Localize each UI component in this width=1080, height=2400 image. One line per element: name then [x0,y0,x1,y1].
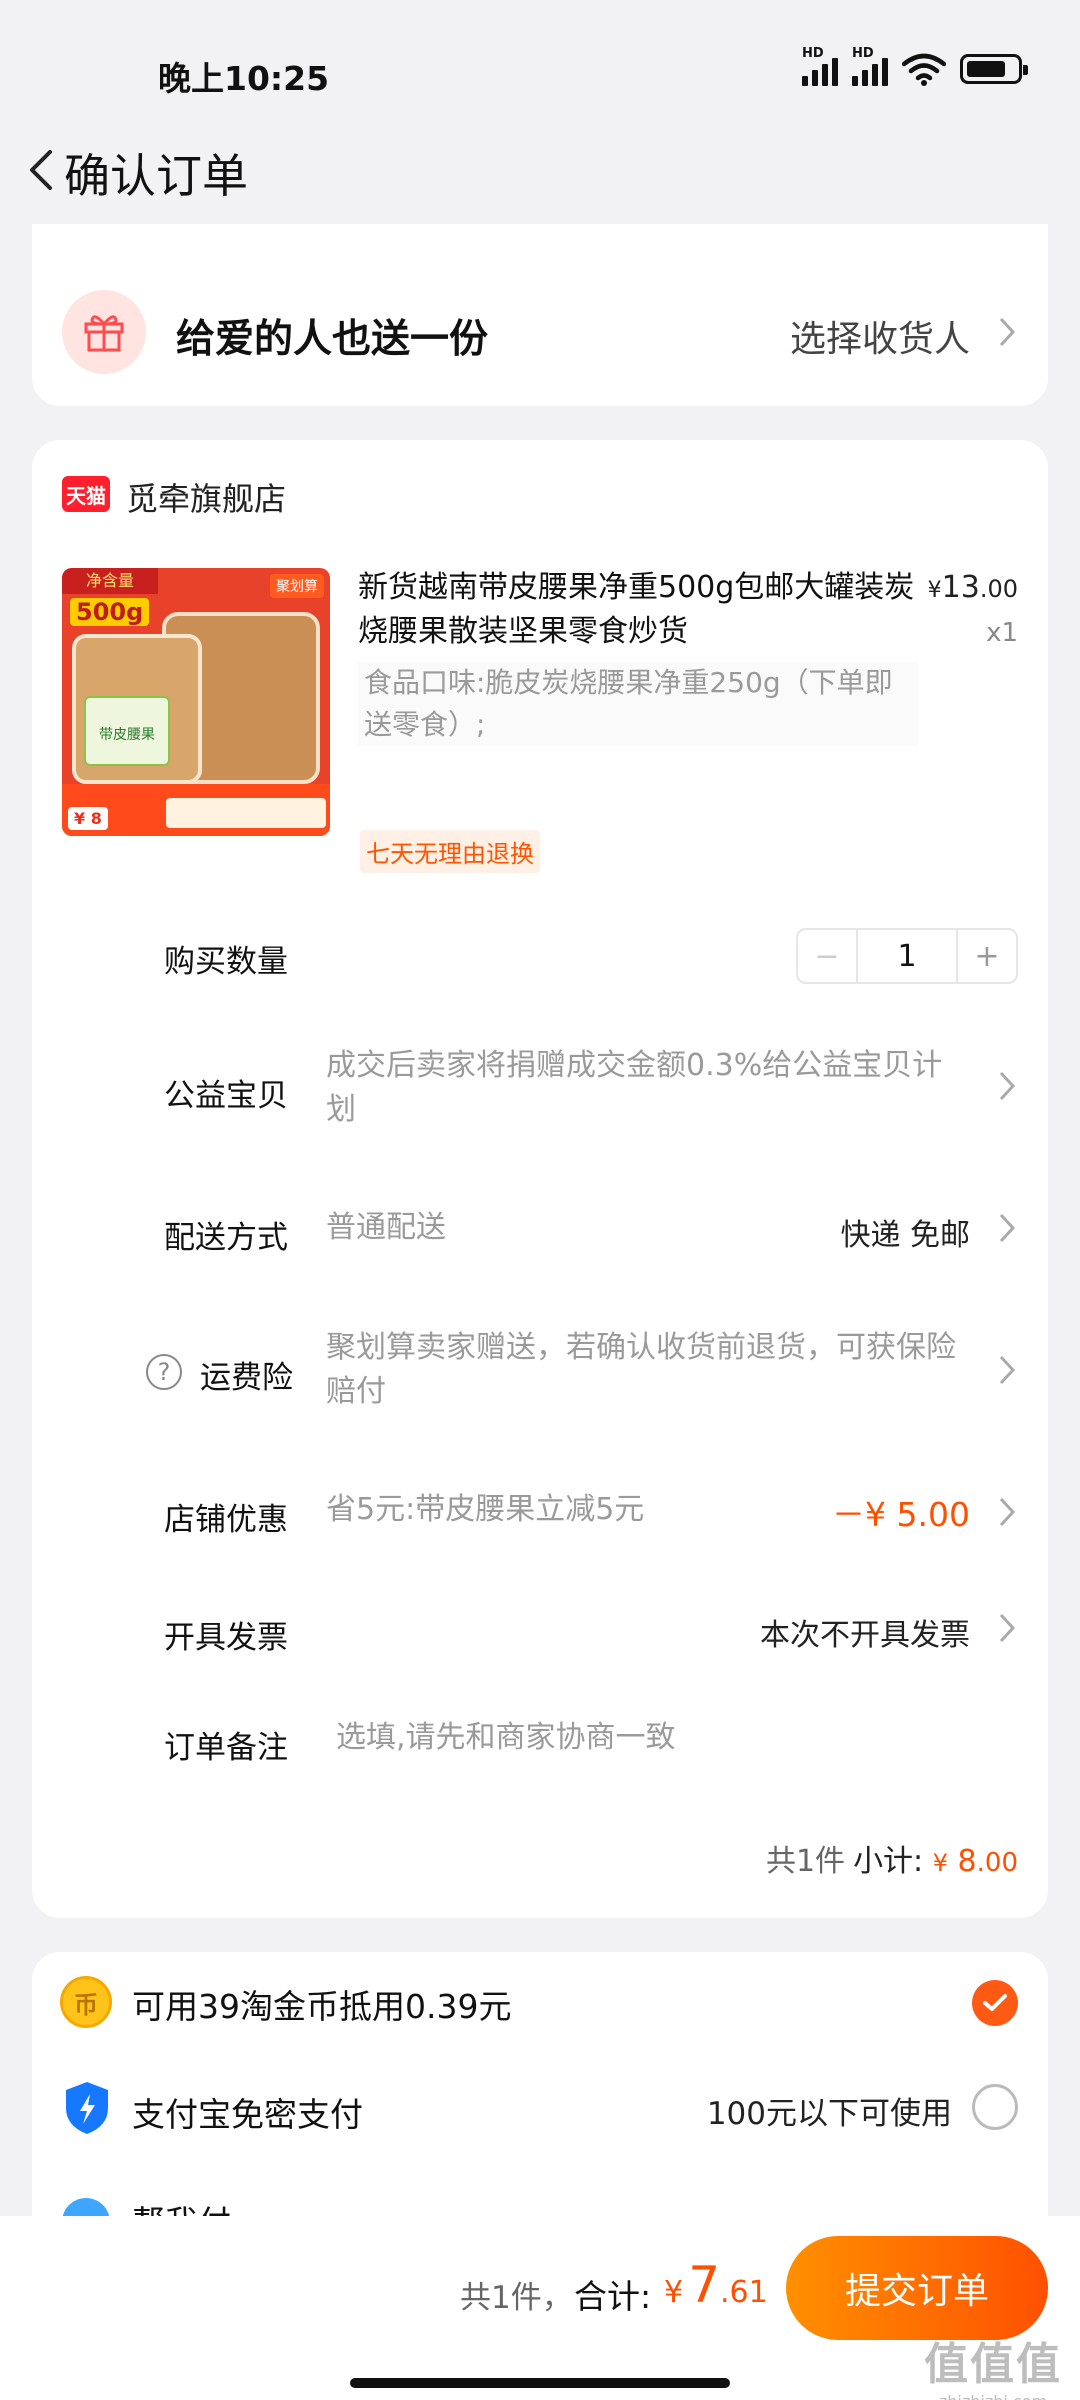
quantity-label: 购买数量 [164,944,288,980]
product-image[interactable]: 净含量 500g 聚划算 带皮腰果 ¥ 8 [62,568,330,836]
chevron-right-icon[interactable] [996,1610,1018,1646]
checkout-bar: 共1件， 合计: ¥ 7.61 提交订单 值值值 zhizhizhi.com [0,2216,1080,2400]
watermark-text: 值值值 [924,2339,1062,2390]
chevron-right-icon[interactable] [996,1210,1018,1246]
quantity-stepper: − 1 + [796,928,1018,984]
home-indicator[interactable] [350,2378,730,2388]
alipay-label: 支付宝免密支付 [132,2095,363,2134]
subtotal: 共1件 小计: ¥ 8.00 [766,1836,1018,1880]
product-price: ¥13.00 [927,570,1018,605]
total-price: ¥ 7.61 [664,2256,768,2314]
wifi-icon [902,53,946,86]
total-label: 合计: [574,2277,652,2316]
status-icons: HD HD [802,46,1028,86]
image-price-badge: ¥ 8 [68,807,108,830]
status-time: 晚上10:25 [158,59,330,98]
insurance-label: 运费险 [200,1360,293,1396]
total-item-count: 共1件， [460,2280,573,2316]
shop-discount-value: 省5元:带皮腰果立减5元 [326,1492,645,1527]
signal-icon: HD [802,46,838,86]
subtotal-label: 小计: [853,1844,924,1879]
checkmark-icon [983,1994,1007,2011]
charity-value[interactable]: 成交后卖家将捐赠成交金额0.3%给公益宝贝计划 [326,1044,966,1132]
shop-card: 天猫 觅牵旗舰店 净含量 500g 聚划算 带皮腰果 ¥ 8 新货越南带皮腰果净… [32,440,1048,1918]
order-note-input[interactable]: 选填,请先和商家协商一致 [336,1716,676,1760]
charity-label: 公益宝贝 [164,1078,288,1114]
shop-discount-amount[interactable]: －¥ 5.00 [832,1488,970,1536]
chevron-right-icon [999,317,1016,347]
subtotal-price: ¥ 8.00 [932,1844,1018,1879]
taobao-coin-icon: 币 [60,1976,112,2028]
hd-label: HD [802,46,824,61]
image-jar-label: 带皮腰果 [84,696,170,766]
status-bar: 晚上10:25 HD HD [0,0,1080,140]
tmall-logo: 天猫 [62,476,110,512]
chevron-right-icon[interactable] [996,1352,1018,1388]
invoice-label: 开具发票 [164,1620,288,1656]
delivery-value: 普通配送 [326,1210,446,1245]
watermark-url: zhizhizhi.com [924,2392,1062,2400]
image-net-weight-label: 净含量 [62,568,158,594]
increase-quantity-button[interactable]: + [956,930,1016,982]
product-spec: 食品口味:脆皮炭烧腰果净重250g（下单即送零食）; [358,662,918,746]
nav-bar: 确认订单 [0,120,1080,220]
help-circle-icon[interactable]: ? [146,1354,182,1390]
gift-card[interactable]: 给爱的人也送一份 选择收货人 [32,224,1048,406]
gift-title: 给爱的人也送一份 [176,317,489,362]
decrease-quantity-button[interactable]: − [798,930,858,982]
alipay-shield-icon [66,2082,108,2134]
select-recipient-link[interactable]: 选择收货人 [790,310,970,362]
submit-order-button[interactable]: 提交订单 [786,2236,1048,2340]
shop-name[interactable]: 觅牵旗舰店 [126,474,286,520]
delivery-option[interactable]: 快递 免邮 [840,1210,970,1254]
hd-label-2: HD [852,46,874,61]
alipay-note: 100元以下可使用 [706,2096,952,2132]
coin-deduction-checkbox[interactable] [972,1980,1018,2026]
return-policy-tag: 七天无理由退换 [360,830,540,873]
invoice-option[interactable]: 本次不开具发票 [760,1610,970,1654]
gift-icon [62,290,146,374]
coin-deduction-label: 可用39淘金币抵用0.39元 [132,1987,512,2026]
signal-icon-2: HD [852,46,888,86]
chevron-right-icon[interactable] [996,1494,1018,1530]
quantity-value[interactable]: 1 [858,930,956,982]
subtotal-count: 共1件 [765,1844,846,1879]
alipay-radio[interactable] [972,2084,1018,2130]
product-title[interactable]: 新货越南带皮腰果净重500g包邮大罐装炭烧腰果散装坚果零食炒货 [358,566,918,654]
battery-icon [960,54,1028,84]
image-weight-badge: 500g [70,598,150,626]
page-title: 确认订单 [64,149,248,203]
chevron-right-icon[interactable] [996,1068,1018,1104]
shop-discount-label: 店铺优惠 [164,1502,288,1538]
order-note-label: 订单备注 [164,1730,288,1766]
product-quantity: x1 [986,618,1018,648]
watermark: 值值值 zhizhizhi.com [924,2328,1062,2400]
image-promo-tag: 聚划算 [270,574,324,598]
insurance-value[interactable]: 聚划算卖家赠送，若确认收货前退货，可获保险赔付 [326,1326,966,1414]
delivery-label: 配送方式 [164,1220,288,1256]
